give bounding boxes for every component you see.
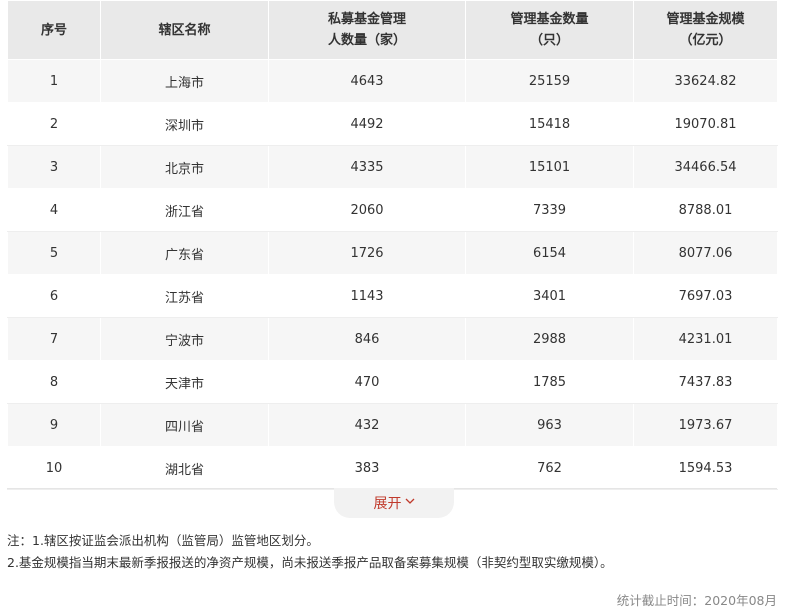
header-row: 序号 辖区名称 私募基金管理 人数量（家） 管理基金数量 （只） 管理基金规模 （亿元…	[7, 0, 778, 60]
cell-rank: 2	[7, 102, 101, 146]
header-funds-line2: （只）	[529, 33, 569, 48]
cell-managers: 4335	[268, 145, 466, 189]
cell-managers: 846	[268, 317, 466, 361]
cell-region: 上海市	[100, 59, 269, 103]
cell-scale: 19070.81	[633, 102, 778, 146]
cell-funds: 7339	[465, 188, 634, 232]
table-row: 7 宁波市 846 2988 4231.01	[7, 317, 778, 361]
cell-rank: 1	[7, 59, 101, 103]
cell-funds: 2988	[465, 317, 634, 361]
cell-region: 深圳市	[100, 102, 269, 146]
table-row: 10 湖北省 383 762 1594.53	[7, 446, 778, 490]
cell-scale: 8077.06	[633, 231, 778, 275]
cell-funds: 25159	[465, 59, 634, 103]
cell-region: 江苏省	[100, 274, 269, 318]
table-header: 序号 辖区名称 私募基金管理 人数量（家） 管理基金数量 （只） 管理基金规模 （亿元…	[7, 0, 778, 60]
cell-funds: 963	[465, 403, 634, 447]
cell-managers: 432	[268, 403, 466, 447]
cell-rank: 6	[7, 274, 101, 318]
cell-managers: 2060	[268, 188, 466, 232]
table-row: 9 四川省 432 963 1973.67	[7, 403, 778, 447]
expand-button[interactable]: 展开	[334, 488, 454, 518]
fund-manager-table: 序号 辖区名称 私募基金管理 人数量（家） 管理基金数量 （只） 管理基金规模 （亿元…	[7, 0, 778, 490]
table-row: 1 上海市 4643 25159 33624.82	[7, 59, 778, 103]
cell-scale: 1594.53	[633, 446, 778, 490]
cell-managers: 383	[268, 446, 466, 490]
cell-scale: 33624.82	[633, 59, 778, 103]
cell-funds: 762	[465, 446, 634, 490]
fund-manager-table-container: 序号 辖区名称 私募基金管理 人数量（家） 管理基金数量 （只） 管理基金规模 （亿元…	[7, 0, 778, 490]
cell-rank: 4	[7, 188, 101, 232]
cell-funds: 3401	[465, 274, 634, 318]
header-managers-line2: 人数量（家）	[327, 33, 406, 48]
table-row: 5 广东省 1726 6154 8077.06	[7, 231, 778, 275]
cell-scale: 8788.01	[633, 188, 778, 232]
cell-managers: 4492	[268, 102, 466, 146]
cell-region: 广东省	[100, 231, 269, 275]
note-line-1: 注：1.辖区按证监会派出机构（监管局）监管地区划分。	[7, 533, 319, 548]
header-region-label: 辖区名称	[158, 22, 211, 38]
cell-rank: 5	[7, 231, 101, 275]
header-rank: 序号	[7, 0, 101, 60]
header-funds-line1: 管理基金数量	[510, 12, 589, 27]
header-funds: 管理基金数量 （只）	[465, 0, 634, 60]
cell-managers: 1726	[268, 231, 466, 275]
header-region: 辖区名称	[100, 0, 269, 60]
header-managers: 私募基金管理 人数量（家）	[268, 0, 466, 60]
table-row: 3 北京市 4335 15101 34466.54	[7, 145, 778, 189]
table-body: 1 上海市 4643 25159 33624.82 2 深圳市 4492 15418 19070.…	[7, 59, 778, 490]
cell-rank: 9	[7, 403, 101, 447]
header-scale: 管理基金规模 （亿元）	[633, 0, 778, 60]
cell-managers: 4643	[268, 59, 466, 103]
table-row: 2 深圳市 4492 15418 19070.81	[7, 102, 778, 146]
table-row: 4 浙江省 2060 7339 8788.01	[7, 188, 778, 232]
cell-region: 宁波市	[100, 317, 269, 361]
header-rank-label: 序号	[40, 22, 67, 38]
cell-rank: 8	[7, 360, 101, 404]
header-managers-line1: 私募基金管理	[327, 12, 406, 27]
cell-funds: 15418	[465, 102, 634, 146]
note-line-2: 2.基金规模指当期末最新季报报送的净资产规模，尚未报送季报产品取备案募集规模（非…	[7, 555, 613, 570]
table-row: 8 天津市 470 1785 7437.83	[7, 360, 778, 404]
table-notes: 注：1.辖区按证监会派出机构（监管局）监管地区划分。 2.基金规模指当期末最新季…	[7, 530, 613, 574]
cell-region: 浙江省	[100, 188, 269, 232]
cell-funds: 6154	[465, 231, 634, 275]
cell-rank: 10	[7, 446, 101, 490]
statistics-date: 统计截止时间：2020年08月	[616, 593, 777, 608]
cell-scale: 7697.03	[633, 274, 778, 318]
cell-scale: 1973.67	[633, 403, 778, 447]
table-row: 6 江苏省 1143 3401 7697.03	[7, 274, 778, 318]
cell-region: 四川省	[100, 403, 269, 447]
expand-bar: 展开	[7, 488, 777, 519]
cell-region: 天津市	[100, 360, 269, 404]
chevron-down-icon	[405, 498, 415, 508]
cell-rank: 7	[7, 317, 101, 361]
expand-label: 展开	[373, 496, 402, 512]
cell-rank: 3	[7, 145, 101, 189]
header-scale-line1: 管理基金规模	[666, 12, 745, 27]
cell-managers: 1143	[268, 274, 466, 318]
cell-scale: 7437.83	[633, 360, 778, 404]
cell-managers: 470	[268, 360, 466, 404]
cell-region: 湖北省	[100, 446, 269, 490]
cell-scale: 34466.54	[633, 145, 778, 189]
cell-scale: 4231.01	[633, 317, 778, 361]
cell-funds: 15101	[465, 145, 634, 189]
cell-funds: 1785	[465, 360, 634, 404]
header-scale-line2: （亿元）	[679, 33, 732, 48]
cell-region: 北京市	[100, 145, 269, 189]
